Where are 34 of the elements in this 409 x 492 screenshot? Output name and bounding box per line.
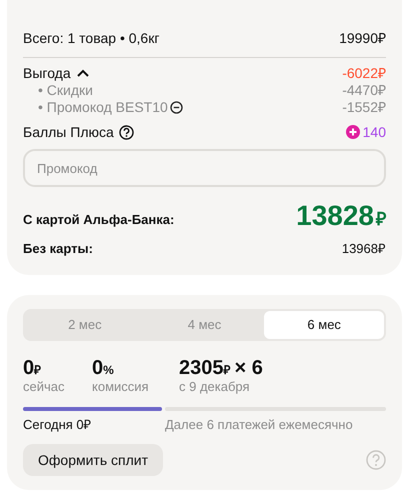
- benefit-value: -6022₽: [342, 64, 386, 82]
- discount-label: • Промокод BEST10: [38, 99, 168, 116]
- discount-value: -1552₽: [342, 99, 386, 116]
- stat-caption: комиссия: [92, 378, 150, 394]
- stat-value: 2305: [179, 356, 224, 378]
- chevron-icon[interactable]: [76, 69, 89, 77]
- period-tab[interactable]: 6 мес: [264, 310, 384, 338]
- discount-value: -4470₽: [342, 82, 386, 99]
- stat-unit: %: [103, 362, 114, 378]
- no-card-label: Без карты:: [23, 240, 93, 258]
- remove-icon[interactable]: [170, 101, 183, 114]
- benefit-label: Выгода: [23, 64, 71, 82]
- points-label: Баллы Плюса: [23, 123, 114, 141]
- timeline-label: Сегодня 0₽: [23, 416, 93, 434]
- currency-sign: ₽: [376, 208, 386, 231]
- promo-code-field[interactable]: Промокод: [23, 149, 386, 187]
- timeline-label: Далее 6 платежей ежемесячно: [165, 416, 354, 434]
- stat-value: 0: [92, 356, 104, 378]
- no-card-value: 13968₽: [342, 240, 386, 258]
- stat-multiplier: × 6: [234, 356, 263, 378]
- stat-caption: с 9 декабря: [179, 378, 251, 394]
- total-label: Всего: 1 товар • 0,6кг: [23, 29, 160, 48]
- stat-unit: ₽: [34, 362, 42, 378]
- stat-unit: ₽: [224, 362, 230, 378]
- discount-label: • Скидки: [38, 82, 93, 99]
- plus-points-icon: [346, 125, 360, 139]
- points-value: 140: [362, 123, 386, 141]
- total-value: 19990₽: [339, 29, 386, 48]
- stat-caption: сейчас: [23, 378, 66, 394]
- stat-value: 0: [23, 356, 34, 378]
- help-icon[interactable]: [118, 124, 134, 140]
- split-button[interactable]: Оформить сплит: [23, 444, 164, 476]
- alfa-price-label: С картой Альфа-Банка:: [23, 210, 174, 229]
- alfa-price-value: 13828: [296, 199, 374, 233]
